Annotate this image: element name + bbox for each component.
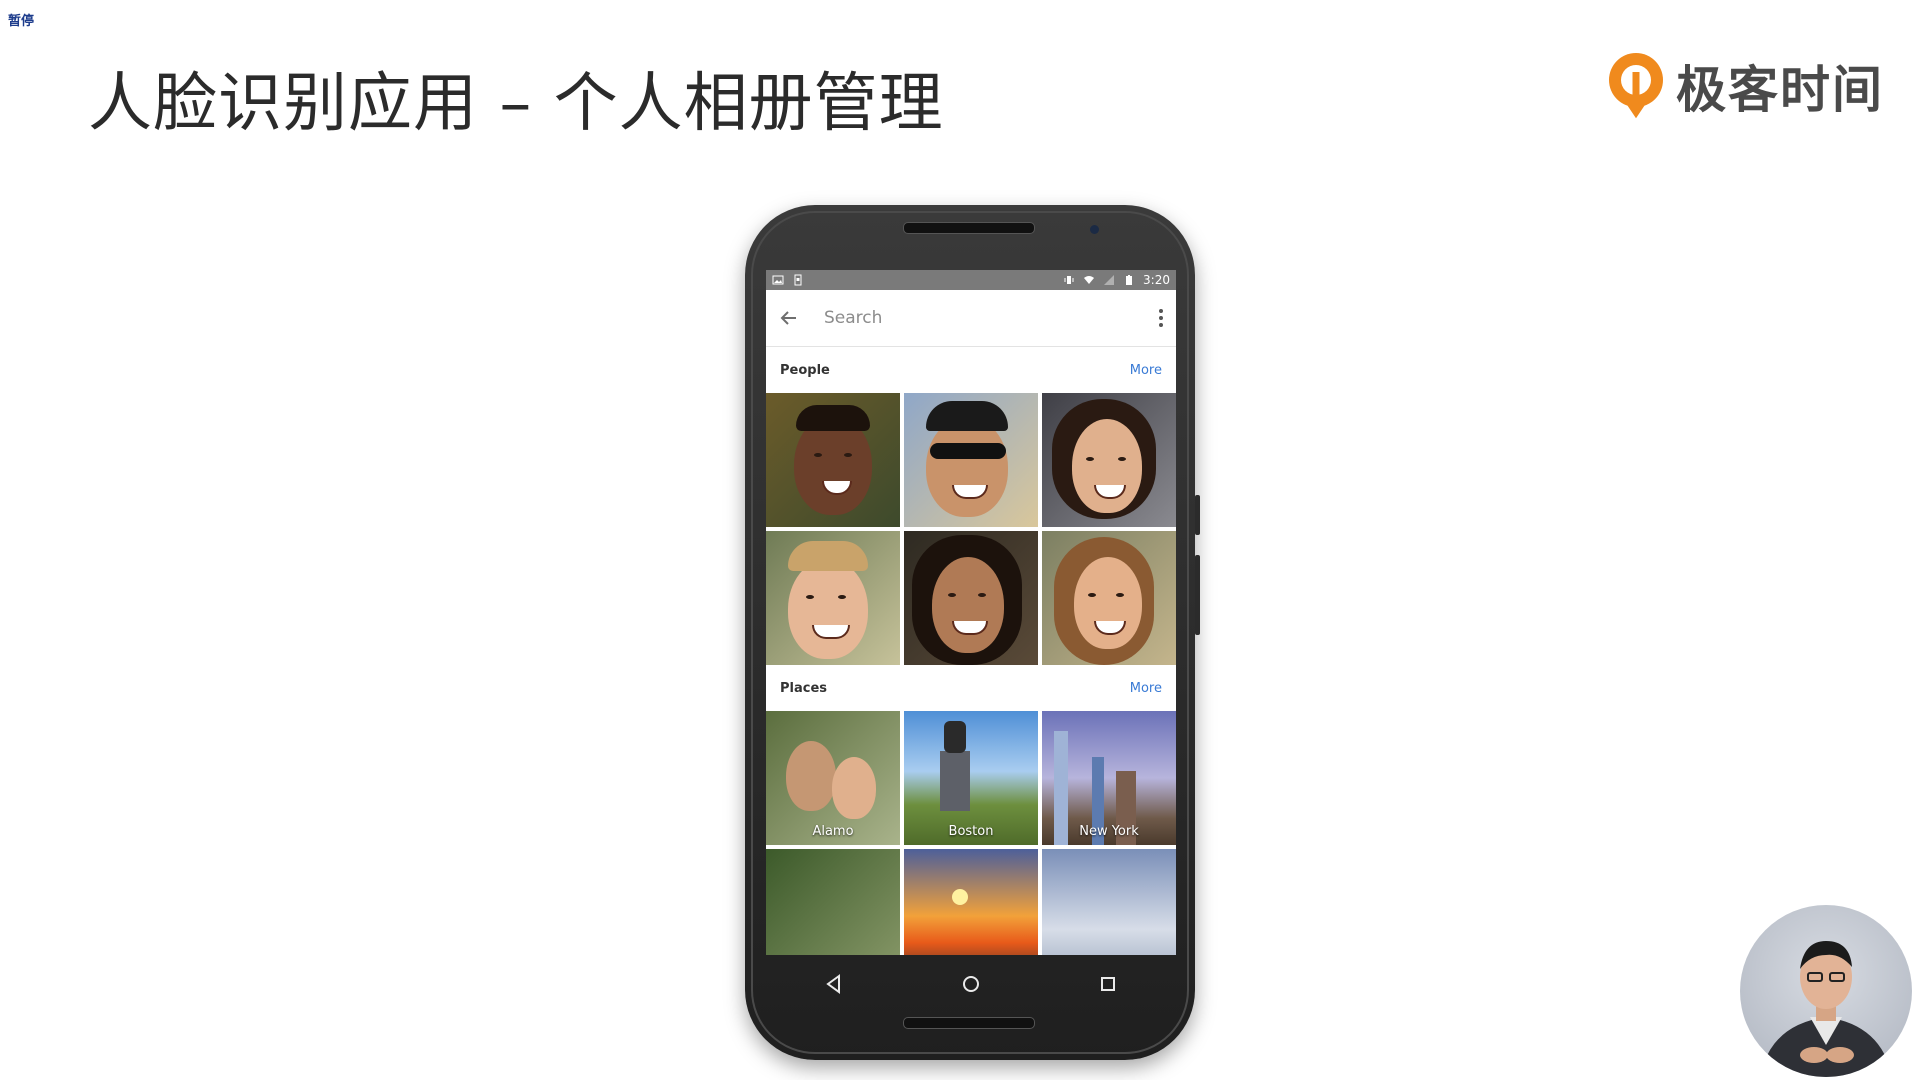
people-grid [766, 393, 1176, 665]
front-camera-icon [1090, 225, 1099, 234]
vibrate-icon [1064, 276, 1074, 284]
sim-icon [794, 274, 802, 286]
power-button [1195, 555, 1200, 635]
people-header-label: People [780, 362, 830, 378]
brand: 极客时间 [1606, 50, 1884, 122]
presenter-video [1740, 905, 1912, 1077]
phone-screen: 3:20 Search People More Places More Alam… [766, 270, 1176, 955]
recents-square-icon[interactable] [1097, 973, 1119, 995]
people-section-header: People More [766, 347, 1176, 393]
person-tile[interactable] [904, 531, 1038, 665]
android-nav-bar [766, 955, 1176, 1013]
person-tile[interactable] [766, 393, 900, 527]
more-vert-icon[interactable] [1158, 309, 1164, 327]
image-icon [772, 275, 784, 285]
person-tile[interactable] [766, 531, 900, 665]
pause-badge[interactable]: 暂停 [8, 10, 34, 29]
person-tile[interactable] [1042, 393, 1176, 527]
geektime-logo-icon [1609, 53, 1663, 119]
wifi-icon [1084, 276, 1095, 284]
arrow-left-icon[interactable] [778, 307, 800, 329]
places-header-label: Places [780, 680, 828, 696]
places-section-header: Places More [766, 665, 1176, 711]
place-tile-new-york[interactable]: New York [1042, 711, 1176, 845]
place-tile-sunset[interactable] [904, 849, 1038, 955]
speaker-bottom [903, 1017, 1035, 1029]
speaker-top [903, 222, 1035, 234]
phone-mockup: 3:20 Search People More Places More Alam… [745, 205, 1200, 1060]
battery-icon [1126, 275, 1133, 285]
search-bar[interactable]: Search [766, 290, 1176, 347]
place-tile-alamo[interactable]: Alamo [766, 711, 900, 845]
presenter-figure [1760, 941, 1892, 1077]
places-more-link[interactable]: More [1130, 681, 1162, 696]
person-tile[interactable] [904, 393, 1038, 527]
places-grid: Alamo Boston New York [766, 711, 1176, 955]
home-circle-icon[interactable] [960, 973, 982, 995]
person-tile[interactable] [1042, 531, 1176, 665]
place-label: New York [1079, 824, 1139, 839]
place-label: Alamo [812, 824, 854, 839]
place-tile-ruins[interactable] [766, 849, 900, 955]
place-tile-boston[interactable]: Boston [904, 711, 1038, 845]
search-input[interactable]: Search [824, 308, 882, 328]
volume-button [1195, 495, 1200, 535]
place-tile-clouds[interactable] [1042, 849, 1176, 955]
back-triangle-icon[interactable] [823, 973, 845, 995]
status-bar: 3:20 [766, 270, 1176, 290]
status-time: 3:20 [1143, 273, 1170, 287]
brand-name: 极客时间 [1676, 61, 1884, 119]
slide-title: 人脸识别应用 – 个人相册管理 [88, 67, 944, 141]
no-signal-icon [1104, 275, 1115, 285]
people-more-link[interactable]: More [1130, 363, 1162, 378]
place-label: Boston [948, 824, 994, 839]
